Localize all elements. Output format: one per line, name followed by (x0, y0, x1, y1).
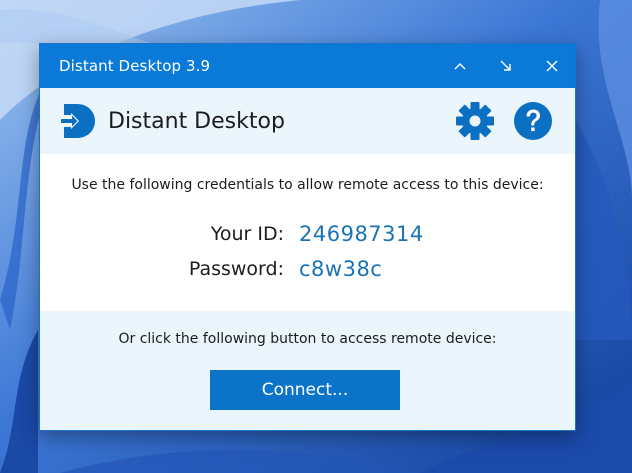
collapse-button[interactable] (437, 44, 483, 88)
gear-icon[interactable] (455, 101, 495, 141)
connect-intro-text: Or click the following button to access … (118, 331, 497, 347)
close-icon (546, 60, 558, 72)
distant-desktop-logo-icon (60, 104, 95, 138)
credentials-panel: Use the following credentials to allow r… (40, 154, 575, 311)
password-row: Password: c8w38c (40, 254, 575, 284)
window-title: Distant Desktop 3.9 (59, 57, 211, 75)
minimize-button[interactable] (483, 44, 529, 88)
question-circle-icon[interactable] (513, 101, 553, 141)
window-controls (437, 44, 575, 88)
credentials-intro-text: Use the following credentials to allow r… (71, 177, 544, 193)
app-window: Distant Desktop 3.9 Distant Desktop Use … (39, 43, 576, 431)
password-label: Password: (188, 258, 284, 280)
title-bar[interactable]: Distant Desktop 3.9 (40, 44, 575, 88)
id-value[interactable]: 246987314 (299, 219, 424, 249)
password-value[interactable]: c8w38c (299, 254, 382, 284)
app-name: Distant Desktop (108, 108, 285, 134)
close-button[interactable] (529, 44, 575, 88)
connect-button[interactable]: Connect... (210, 370, 400, 410)
header-actions (437, 101, 553, 141)
app-header: Distant Desktop (40, 88, 575, 154)
minimize-arrow-icon (500, 60, 511, 71)
chevron-up-icon (454, 63, 466, 70)
connect-panel: Or click the following button to access … (40, 311, 575, 430)
id-label: Your ID: (210, 223, 284, 245)
id-row: Your ID: 246987314 (40, 219, 575, 249)
